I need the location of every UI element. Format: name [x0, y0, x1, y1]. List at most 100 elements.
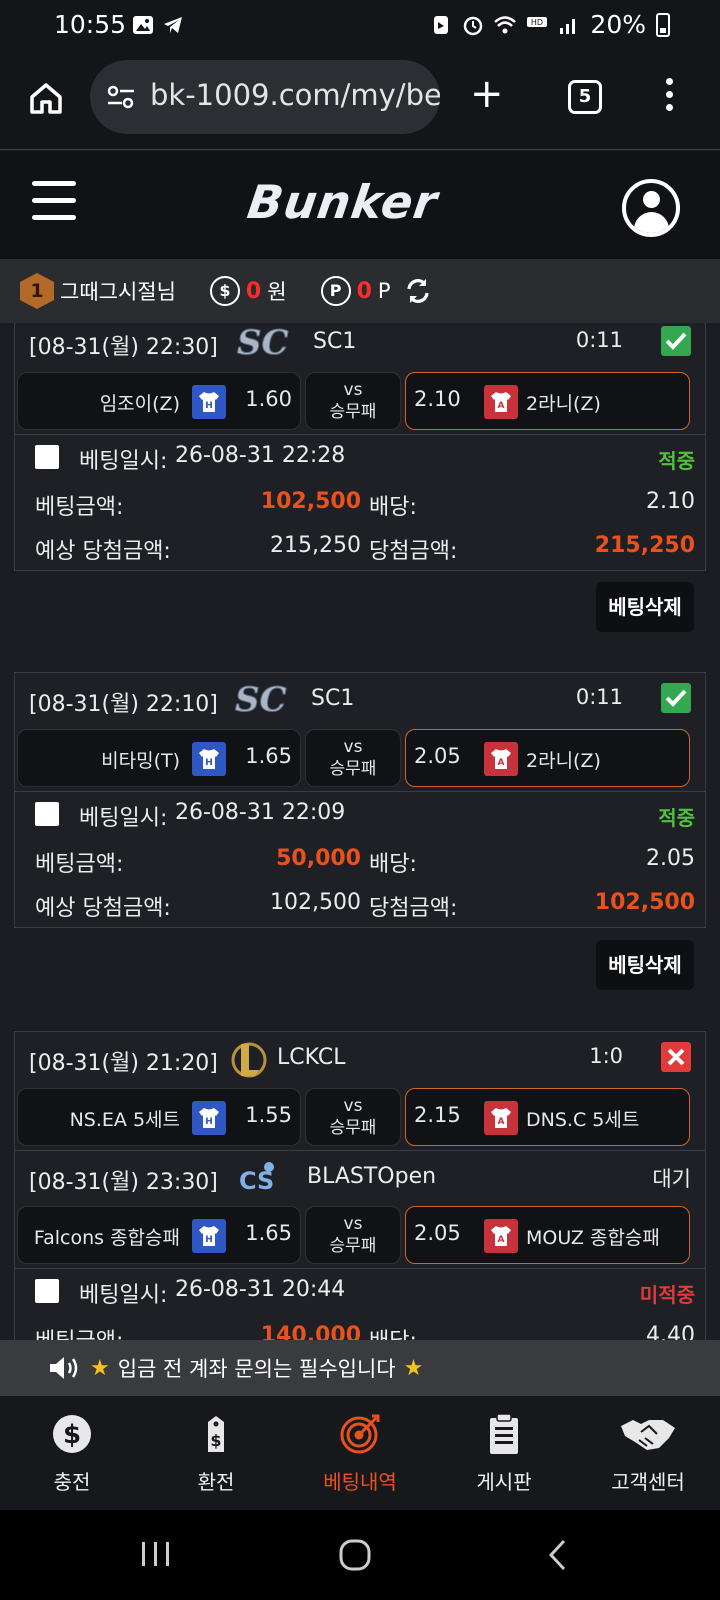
total-odds: 2.10 — [646, 489, 695, 514]
game-header: [08-31(월) 22:30] SC SC1 0:11 — [15, 323, 705, 372]
bet-detail: 베팅일시: 26-08-31 22:09 적중 베팅금액: 50,000 배당:… — [15, 791, 705, 927]
handshake-icon — [621, 1420, 675, 1450]
expected-win: 215,250 — [270, 533, 361, 558]
total-odds: 4.40 — [646, 1323, 695, 1340]
away-odd: 2.15 — [414, 1103, 461, 1127]
browser-menu-icon[interactable] — [664, 78, 674, 118]
tab-switcher-button[interactable]: 5 — [568, 80, 602, 114]
game-header: [08-31(월) 23:30] CS BLASTOpen 대기 — [15, 1150, 705, 1206]
new-tab-button[interactable]: + — [470, 74, 504, 114]
lose-x-icon — [661, 1042, 691, 1072]
hd-voice-icon: HD — [527, 16, 548, 27]
user-account-icon[interactable] — [622, 179, 680, 237]
svg-text:$: $ — [210, 1431, 221, 1450]
bet-history-list[interactable]: [08-31(월) 22:30] SC SC1 0:11 임조이(Z) H 1.… — [0, 323, 720, 1340]
svg-text:SC: SC — [237, 323, 289, 362]
away-odd: 2.05 — [414, 1221, 461, 1245]
back-icon[interactable] — [546, 1538, 570, 1572]
clipboard-icon — [490, 1413, 518, 1454]
notice-text: 입금 전 계좌 문의는 필수입니다 — [117, 1357, 396, 1381]
draw-option[interactable]: vs 승무패 — [305, 729, 401, 787]
bet-select-checkbox[interactable] — [35, 1279, 59, 1303]
svg-text:A: A — [498, 758, 505, 768]
bet-detail: 베팅일시: 26-08-31 20:44 미적중 베팅금액: 140,000 배… — [15, 1268, 705, 1340]
points-coin-icon: P — [320, 276, 351, 306]
away-team-option[interactable]: 2.05 A 2라니(Z) — [405, 729, 690, 787]
nav-bet-history[interactable]: 베팅내역 — [288, 1396, 432, 1510]
draw-option[interactable]: vs 승무패 — [305, 1206, 401, 1264]
home-team-option[interactable]: 비타밍(T) H 1.65 — [17, 729, 301, 787]
bet-select-checkbox[interactable] — [35, 802, 59, 826]
away-team-option[interactable]: 2.05 A MOUZ 종합승패 — [405, 1206, 690, 1264]
away-jersey-icon: A — [484, 1219, 518, 1253]
site-logo[interactable]: Bunker — [244, 175, 441, 229]
signal-icon — [560, 18, 576, 34]
draw-option[interactable]: vs 승무패 — [305, 372, 401, 430]
league-name: BLASTOpen — [307, 1164, 437, 1189]
star-icon: ★ — [90, 1355, 110, 1381]
svg-text:H: H — [205, 1117, 213, 1127]
home-jersey-icon: H — [192, 742, 226, 776]
status-bar: 10:55 HD 20% — [0, 0, 720, 52]
nav-withdraw[interactable]: $ 환전 — [144, 1396, 288, 1510]
telegram-icon — [164, 17, 182, 33]
odds-row: NS.EA 5세트 H 1.55 vs 승무패 2.15 A DNS.C 5세트 — [15, 1088, 705, 1150]
home-jersey-icon: H — [192, 1101, 226, 1135]
money-coin-icon: $ — [209, 276, 240, 306]
system-navigation-bar — [0, 1510, 720, 1600]
home-odd: 1.65 — [245, 1221, 292, 1245]
sync-icon — [434, 15, 449, 34]
refresh-icon[interactable] — [405, 278, 431, 304]
game-score: 0:11 — [575, 328, 623, 352]
hamburger-menu-icon[interactable] — [32, 181, 76, 221]
star-icon: ★ — [403, 1355, 424, 1381]
total-odds: 2.05 — [646, 846, 695, 871]
url-text[interactable]: bk-1009.com/my/be — [150, 78, 440, 112]
odds-row: Falcons 종합승패 H 1.65 vs 승무패 2.05 A MOUZ 종합… — [15, 1206, 705, 1268]
username: 그때그시절님 — [60, 280, 176, 304]
status-time: 10:55 — [54, 10, 127, 39]
home-circle-icon[interactable] — [338, 1538, 372, 1572]
svg-text:H: H — [205, 401, 213, 411]
nav-board[interactable]: 게시판 — [432, 1396, 576, 1510]
nav-customer-center[interactable]: 고객센터 — [576, 1396, 720, 1510]
site-header: Bunker — [0, 151, 720, 259]
bet-card: [08-31(월) 22:30] SC SC1 0:11 임조이(Z) H 1.… — [14, 323, 706, 571]
home-odd: 1.55 — [245, 1103, 292, 1127]
bet-time: 26-08-31 22:09 — [175, 800, 346, 825]
speaker-icon — [50, 1357, 78, 1379]
url-bar[interactable]: bk-1009.com/my/be — [90, 60, 440, 134]
home-team-option[interactable]: Falcons 종합승패 H 1.65 — [17, 1206, 301, 1264]
bet-amount: 140,000 — [260, 1323, 361, 1340]
level-badge-icon: 1 — [20, 273, 54, 309]
away-jersey-icon: A — [484, 742, 518, 776]
svg-text:A: A — [498, 401, 505, 411]
home-team-option[interactable]: NS.EA 5세트 H 1.55 — [17, 1088, 301, 1146]
home-team-option[interactable]: 임조이(Z) H 1.60 — [17, 372, 301, 430]
notice-bar: ★ 입금 전 계좌 문의는 필수입니다 ★ — [0, 1340, 720, 1396]
away-team-option[interactable]: 2.10 A 2라니(Z) — [405, 372, 690, 430]
svg-text:A: A — [498, 1235, 505, 1245]
target-icon — [340, 1414, 380, 1454]
svg-text:SC: SC — [235, 680, 287, 719]
svg-text:H: H — [205, 758, 213, 768]
delete-bet-button[interactable]: 베팅삭제 — [596, 940, 694, 990]
bet-result: 적중 — [658, 449, 695, 473]
home-icon[interactable] — [28, 80, 64, 116]
delete-bet-button[interactable]: 베팅삭제 — [596, 582, 694, 632]
user-info-bar: 1 그때그시절님 $ 0 원 P 0 P — [0, 259, 720, 323]
recent-apps-icon[interactable] — [138, 1538, 174, 1570]
draw-option[interactable]: vs 승무패 — [305, 1088, 401, 1146]
bet-result: 미적중 — [639, 1283, 695, 1307]
site-settings-icon[interactable] — [106, 84, 136, 110]
home-jersey-icon: H — [192, 1219, 226, 1253]
money-unit: 원 — [267, 280, 287, 304]
won-amount: 102,500 — [594, 890, 695, 915]
bet-select-checkbox[interactable] — [35, 445, 59, 469]
away-team-option[interactable]: 2.15 A DNS.C 5세트 — [405, 1088, 690, 1146]
nav-deposit[interactable]: $ 충전 — [0, 1396, 144, 1510]
league-name: SC1 — [311, 686, 355, 711]
bet-time: 26-08-31 20:44 — [175, 1277, 346, 1302]
league-of-legends-logo-icon — [231, 1042, 267, 1078]
win-check-icon — [661, 683, 691, 713]
